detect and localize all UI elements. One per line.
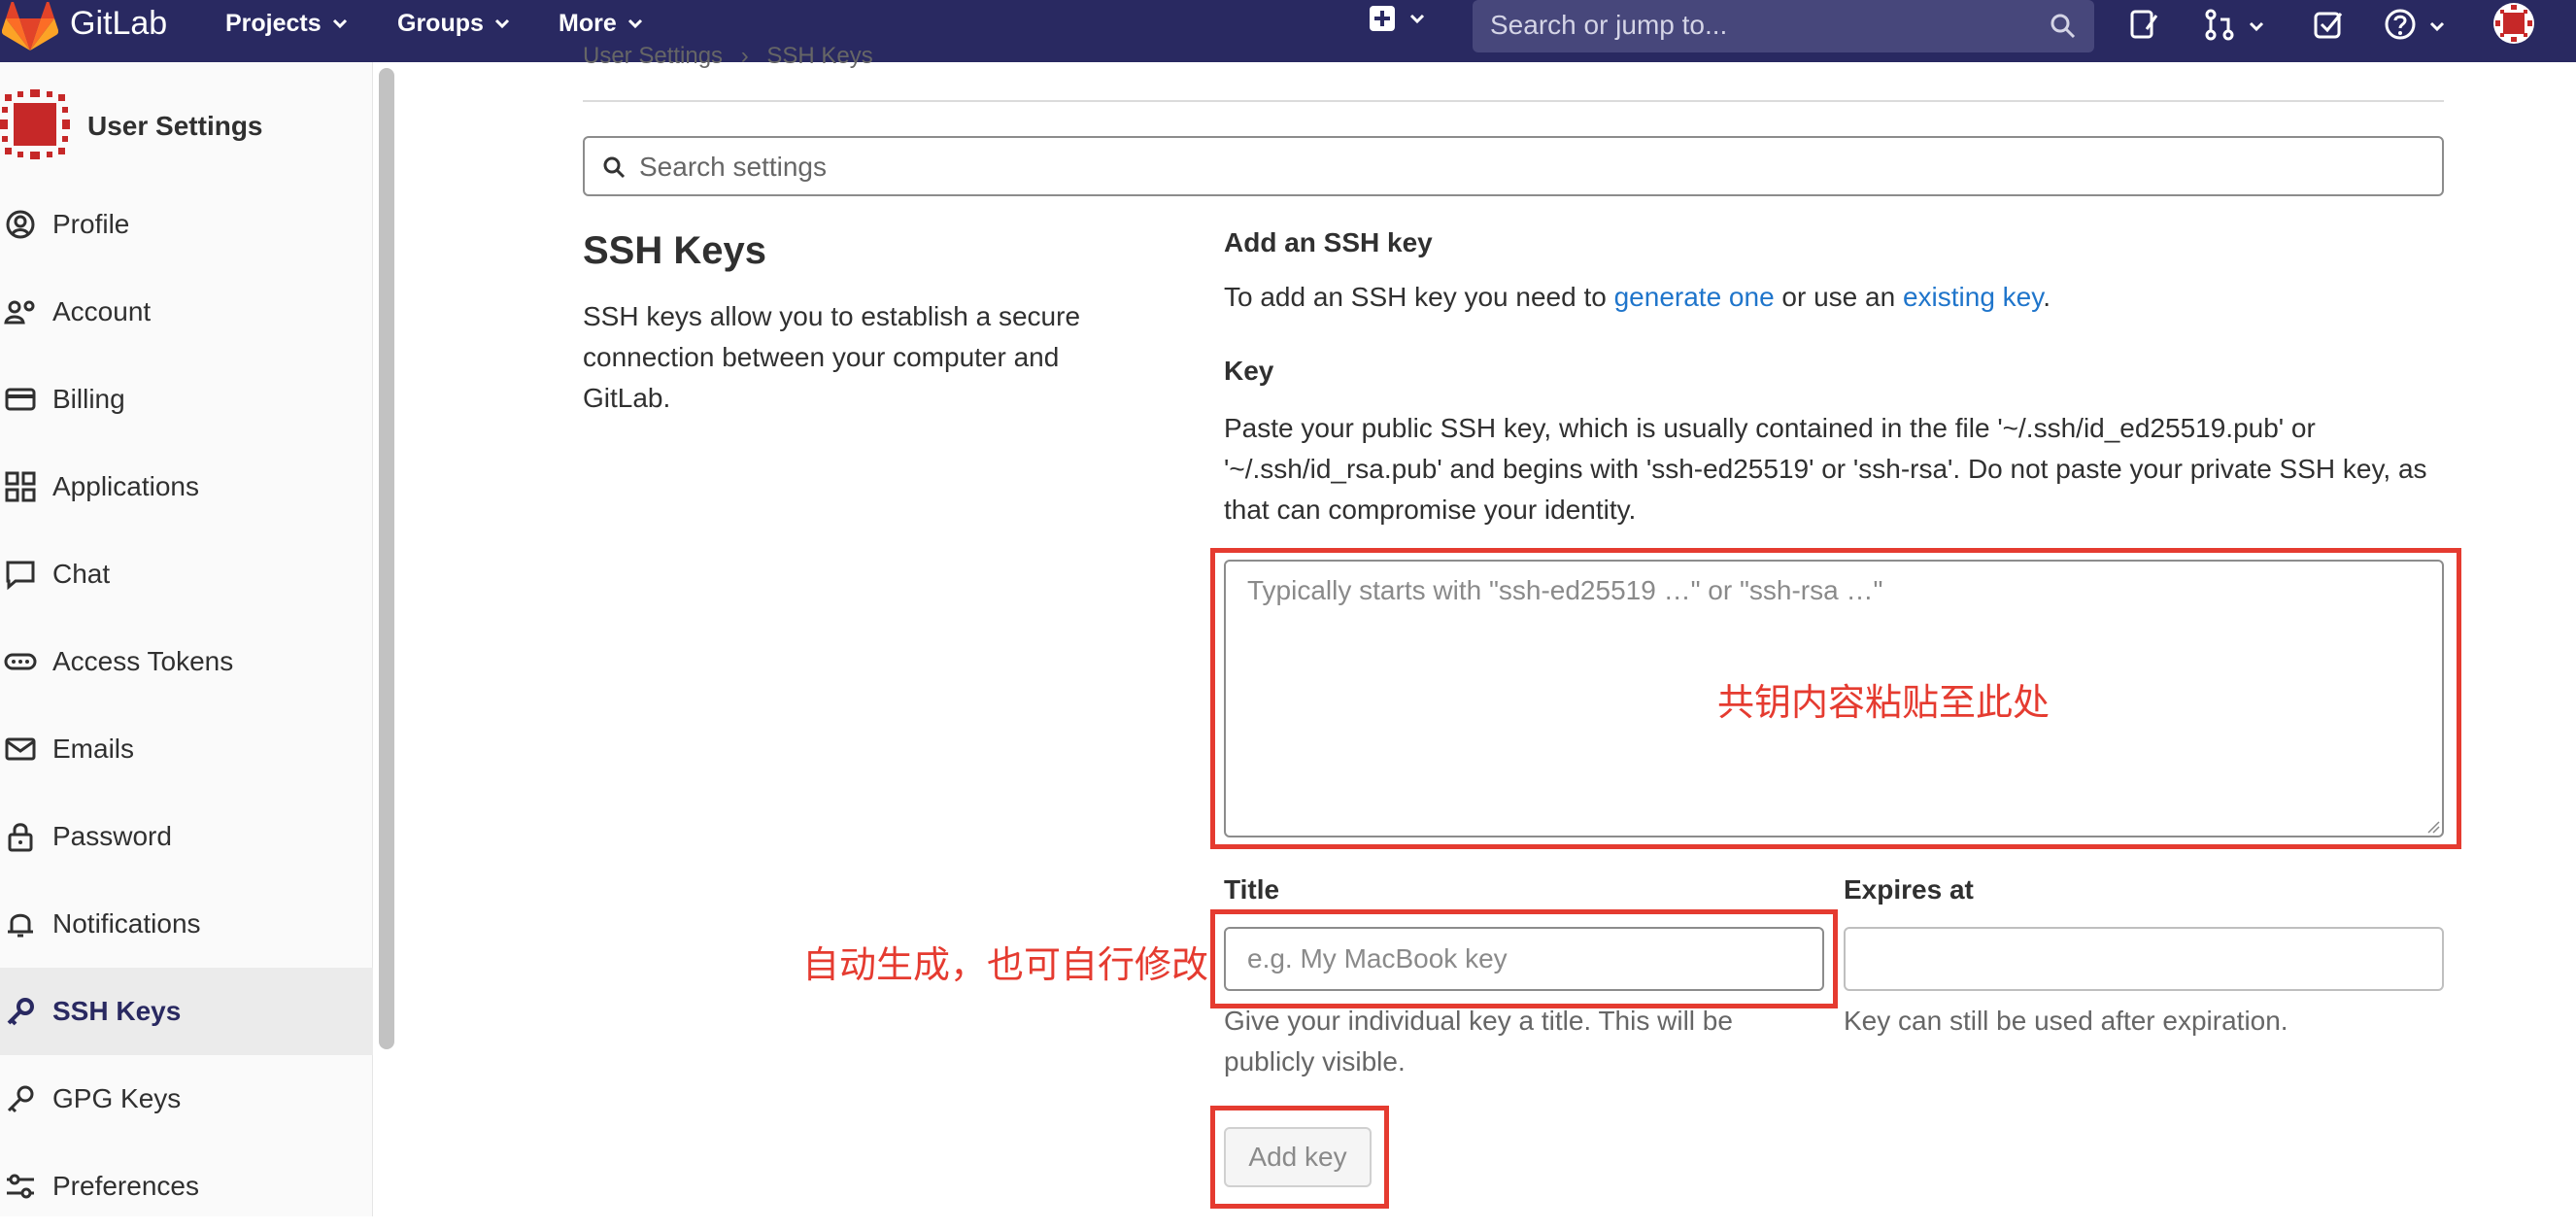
billing-icon [5,388,36,411]
annotation-title-note: 自动生成，也可自行修改 [802,943,1209,986]
merge-request-icon[interactable] [2203,8,2236,41]
sidebar-item-billing[interactable]: Billing [0,356,373,443]
menu-projects[interactable]: Projects [225,8,349,39]
key-icon [7,998,34,1026]
menu-projects-label: Projects [225,10,322,37]
intro-text: or use an [1774,282,1903,312]
intro-text: . [2043,282,2051,312]
settings-search-input[interactable] [639,152,2388,183]
annotation-key-note: 共钥内容粘贴至此处 [1717,681,2051,724]
breadcrumb-parent[interactable]: User Settings [583,43,723,69]
account-icon [4,300,35,325]
new-item-dropdown[interactable] [1370,6,1426,31]
settings-sidebar: User Settings Profile Account Billing Ap… [0,62,373,1216]
sidebar-item-label: Preferences [52,1171,199,1201]
breadcrumb-current: SSH Keys [766,43,873,69]
chevron-down-icon [627,18,642,29]
resize-grip-icon[interactable] [2426,820,2440,834]
menu-groups-label: Groups [397,10,484,37]
chevron-down-icon [332,18,347,29]
preferences-icon [7,1174,34,1199]
settings-search[interactable] [583,136,2444,196]
menu-groups[interactable]: Groups [397,8,511,39]
top-navbar: GitLab Projects Groups More Search or ju… [0,0,2576,62]
breadcrumb-divider [583,100,2444,102]
search-icon [2051,14,2076,39]
chat-icon [6,561,35,591]
expires-at-input[interactable] [1844,927,2444,991]
sidebar-item-applications[interactable]: Applications [0,443,373,530]
sidebar-scrollbar[interactable] [379,68,394,1049]
sidebar-item-profile[interactable]: Profile [0,181,373,268]
sidebar-item-label: Billing [52,384,125,414]
chevron-down-icon[interactable] [2428,17,2446,35]
todo-icon[interactable] [2312,8,2345,41]
form-heading: Add an SSH key [1224,227,1433,257]
key-label: Key [1224,356,1274,386]
title-hint: Give your individual key a title. This w… [1224,1006,1733,1076]
sidebar-item-label: Notifications [52,908,201,939]
sidebar-item-label: Applications [52,471,199,501]
page-title: SSH Keys [583,229,766,272]
sidebar-item-label: Account [52,296,152,326]
gitlab-logo-icon[interactable] [2,2,58,52]
title-label: Title [1224,874,1280,905]
help-icon[interactable] [2384,8,2417,41]
sidebar-item-notifications[interactable]: Notifications [0,880,373,968]
mail-icon [5,737,36,761]
sidebar-item-label: Password [52,821,172,851]
global-search-placeholder: Search or jump to... [1490,10,1728,40]
brand-name[interactable]: GitLab [70,4,167,43]
generate-one-link[interactable]: generate one [1614,282,1775,312]
sidebar-item-password[interactable]: Password [0,793,373,880]
sidebar-item-label: Chat [52,559,111,589]
sidebar-title: User Settings [87,111,263,141]
expires-hint: Key can still be used after expiration. [1844,1006,2288,1036]
applications-icon [5,471,36,502]
sidebar-item-emails[interactable]: Emails [0,705,373,793]
search-icon [603,156,626,179]
sidebar-item-label: Access Tokens [52,646,234,676]
expires-label: Expires at [1844,874,1974,905]
key-icon [7,1085,34,1113]
chevron-down-icon [1409,14,1425,24]
key-help-text: Paste your public SSH key, which is usua… [1224,413,2427,525]
chevron-down-icon [494,18,509,29]
avatar [0,89,70,159]
existing-key-link[interactable]: existing key [1903,282,2043,312]
plus-icon [1370,6,1395,31]
avatar[interactable] [2492,2,2535,45]
sidebar-item-access-tokens[interactable]: Access Tokens [0,618,373,705]
sidebar-item-label: SSH Keys [52,996,182,1026]
sidebar-item-account[interactable]: Account [0,268,373,356]
title-input[interactable] [1224,927,1824,991]
sidebar-item-gpg-keys[interactable]: GPG Keys [0,1055,373,1143]
breadcrumb-separator: › [740,43,749,69]
menu-more[interactable]: More [559,8,644,39]
menu-more-label: More [559,10,617,37]
sidebar-item-label: Emails [52,734,135,764]
sidebar-item-label: Profile [52,209,130,239]
sidebar-item-label: GPG Keys [52,1083,182,1113]
bell-icon [8,913,33,938]
sidebar-item-ssh-keys[interactable]: SSH Keys [0,968,373,1055]
breadcrumb: User Settings › SSH Keys [583,43,873,70]
sidebar-header[interactable]: User Settings [0,87,373,161]
profile-icon [6,210,35,239]
sidebar-item-preferences[interactable]: Preferences [0,1143,373,1230]
sidebar-item-chat[interactable]: Chat [0,530,373,618]
global-search-input[interactable]: Search or jump to... [1473,0,2094,52]
add-key-button[interactable]: Add key [1224,1127,1372,1187]
lock-icon [8,823,33,852]
intro-text: To add an SSH key you need to [1224,282,1614,312]
section-description: SSH keys allow you to establish a secure… [583,301,1081,413]
token-icon [4,653,37,670]
chevron-down-icon[interactable] [2248,17,2265,35]
form-intro: To add an SSH key you need to generate o… [1224,282,2051,313]
issues-icon[interactable] [2127,8,2160,41]
